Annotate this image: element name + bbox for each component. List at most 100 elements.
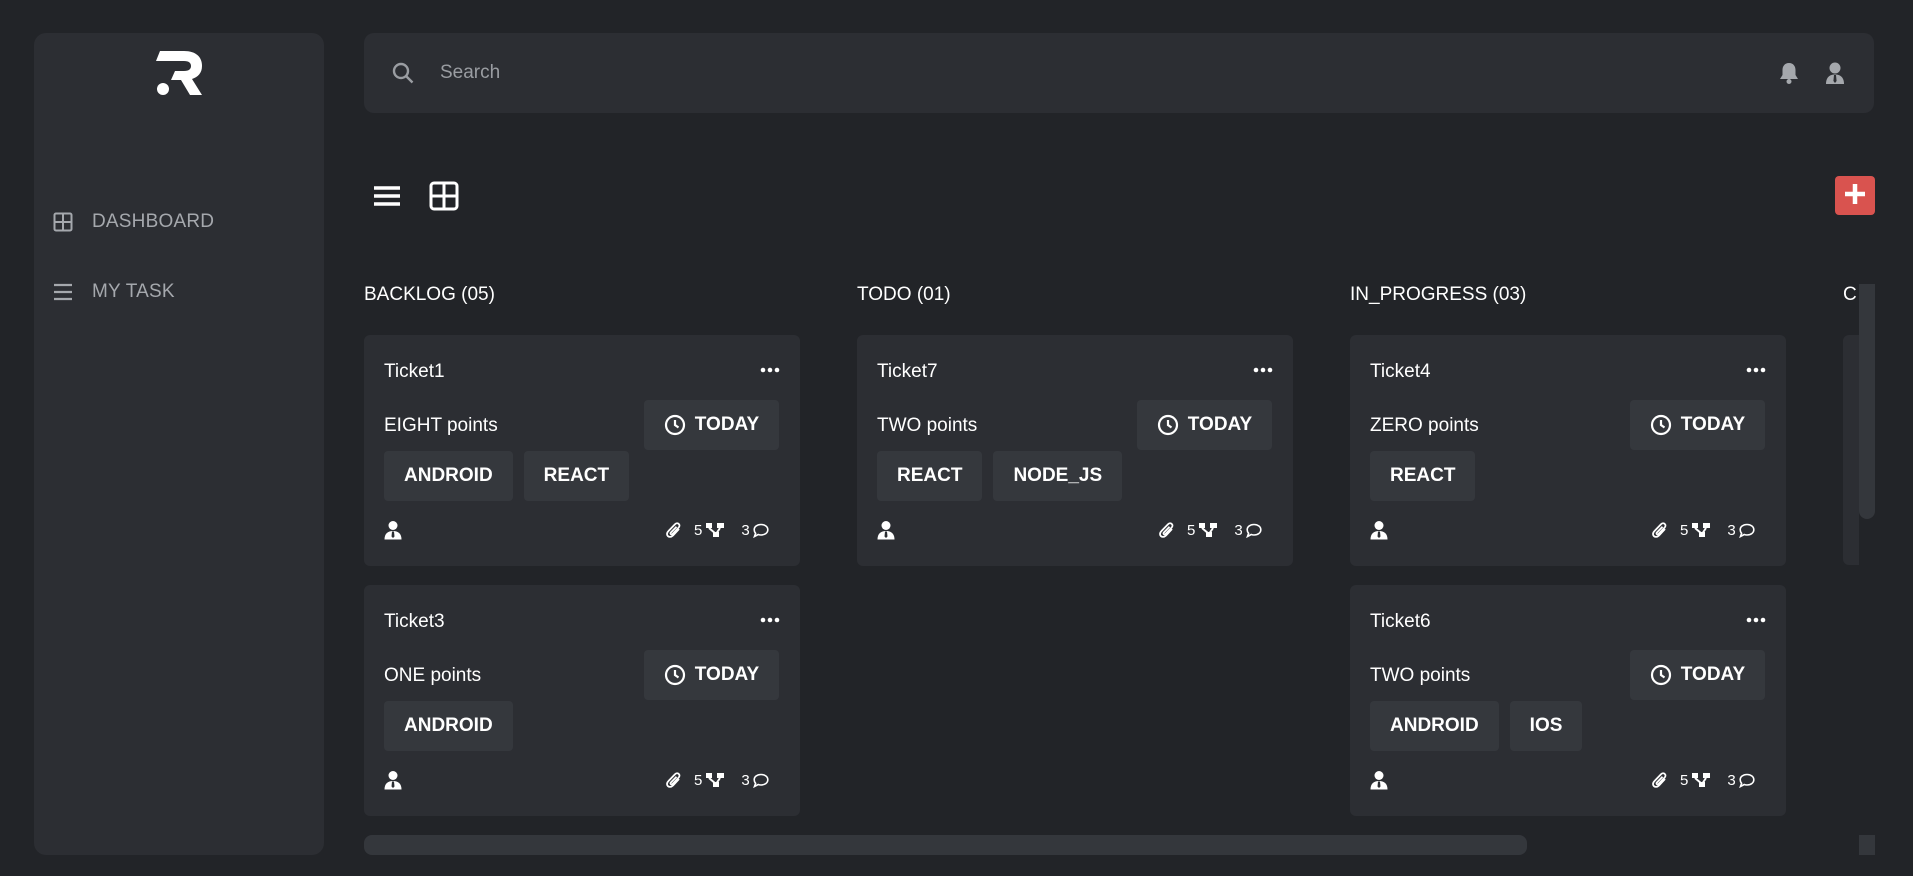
- grid-icon: [52, 211, 74, 233]
- story-points: TWO points: [877, 415, 978, 436]
- scrollbar-corner: [1859, 835, 1875, 855]
- due-date-badge[interactable]: TODAY: [1137, 400, 1272, 450]
- assignee-icon[interactable]: [1370, 520, 1388, 540]
- search-icon: [392, 62, 414, 84]
- tag-list: ANDROID: [384, 701, 513, 751]
- tag[interactable]: REACT: [523, 451, 630, 501]
- bell-icon[interactable]: [1778, 61, 1800, 85]
- card-meta: 5 3: [666, 521, 769, 539]
- card-meta: 5 3: [1159, 521, 1262, 539]
- clock-icon: [664, 664, 686, 686]
- tag[interactable]: ANDROID: [384, 701, 513, 751]
- due-date-badge[interactable]: TODAY: [644, 400, 779, 450]
- user-profile-icon[interactable]: [1824, 61, 1846, 85]
- horizontal-scrollbar-thumb[interactable]: [364, 835, 1527, 855]
- tag[interactable]: REACT: [1370, 451, 1476, 501]
- card-title: Ticket4: [1370, 361, 1431, 382]
- due-date-badge[interactable]: TODAY: [1630, 400, 1765, 450]
- subtask-count: 5: [694, 771, 703, 789]
- clock-icon: [1650, 664, 1672, 686]
- sidebar: DASHBOARD MY TASK: [34, 33, 324, 855]
- comment-icon[interactable]: [1738, 523, 1755, 538]
- subtask-icon: [1692, 772, 1711, 788]
- assignee-icon[interactable]: [384, 770, 402, 790]
- list-icon: [52, 281, 74, 303]
- due-date-label: TODAY: [1187, 414, 1253, 435]
- comment-icon[interactable]: [752, 523, 769, 538]
- column-title-partial: C: [1843, 284, 1857, 305]
- tag-list: ANDROID REACT: [384, 451, 630, 501]
- comment-count: 3: [1234, 521, 1243, 539]
- more-options-icon[interactable]: [1746, 363, 1766, 377]
- subtask-icon: [706, 522, 725, 538]
- task-card-ticket7[interactable]: Ticket7 TWO points TODAY REACT NODE_JS 5…: [857, 335, 1293, 566]
- story-points: ZERO points: [1370, 415, 1479, 436]
- card-title: Ticket7: [877, 361, 938, 382]
- task-card-ticket4[interactable]: Ticket4 ZERO points TODAY REACT 5 3: [1350, 335, 1786, 566]
- clock-icon: [664, 414, 686, 436]
- clock-icon: [1157, 414, 1179, 436]
- sidebar-item-my-task[interactable]: MY TASK: [52, 272, 306, 312]
- sidebar-item-label: DASHBOARD: [92, 211, 215, 232]
- tag[interactable]: ANDROID: [384, 451, 513, 501]
- story-points: TWO points: [1370, 665, 1471, 686]
- more-options-icon[interactable]: [1253, 363, 1273, 377]
- task-card-partial[interactable]: [1843, 335, 1859, 565]
- comment-icon[interactable]: [752, 773, 769, 788]
- more-options-icon[interactable]: [1746, 613, 1766, 627]
- due-date-badge[interactable]: TODAY: [1630, 650, 1765, 700]
- column-title-in-progress: IN_PROGRESS (03): [1350, 284, 1527, 305]
- tag-list: ANDROID IOS: [1370, 701, 1583, 751]
- paperclip-icon[interactable]: [1652, 771, 1668, 789]
- subtask-icon: [706, 772, 725, 788]
- story-points: EIGHT points: [384, 415, 498, 436]
- search-input[interactable]: [440, 53, 1640, 93]
- due-date-label: TODAY: [1680, 664, 1746, 685]
- tag[interactable]: IOS: [1509, 701, 1583, 751]
- grid-view-icon[interactable]: [428, 180, 460, 212]
- comment-count: 3: [1727, 771, 1736, 789]
- comment-count: 3: [1727, 521, 1736, 539]
- logo-icon[interactable]: [154, 49, 206, 97]
- due-date-label: TODAY: [694, 664, 760, 685]
- card-meta: 5 3: [1652, 521, 1755, 539]
- card-meta: 5 3: [666, 771, 769, 789]
- plus-icon: [1844, 183, 1866, 208]
- story-points: ONE points: [384, 665, 482, 686]
- list-view-icon[interactable]: [371, 180, 403, 212]
- paperclip-icon[interactable]: [1159, 521, 1175, 539]
- subtask-icon: [1692, 522, 1711, 538]
- paperclip-icon[interactable]: [666, 771, 682, 789]
- card-title: Ticket6: [1370, 611, 1431, 632]
- tag[interactable]: NODE_JS: [993, 451, 1123, 501]
- add-task-button[interactable]: [1835, 176, 1875, 215]
- tag[interactable]: ANDROID: [1370, 701, 1499, 751]
- sidebar-item-label: MY TASK: [92, 281, 175, 302]
- card-title: Ticket3: [384, 611, 445, 632]
- subtask-count: 5: [1680, 521, 1689, 539]
- column-title-todo: TODO (01): [857, 284, 951, 305]
- more-options-icon[interactable]: [760, 613, 780, 627]
- task-card-ticket1[interactable]: Ticket1 EIGHT points TODAY ANDROID REACT…: [364, 335, 800, 566]
- comment-icon[interactable]: [1738, 773, 1755, 788]
- due-date-label: TODAY: [694, 414, 760, 435]
- task-card-ticket3[interactable]: Ticket3 ONE points TODAY ANDROID 5 3: [364, 585, 800, 816]
- column-title-backlog: BACKLOG (05): [364, 284, 495, 305]
- more-options-icon[interactable]: [760, 363, 780, 377]
- assignee-icon[interactable]: [877, 520, 895, 540]
- paperclip-icon[interactable]: [666, 521, 682, 539]
- top-bar: [364, 33, 1874, 113]
- assignee-icon[interactable]: [384, 520, 402, 540]
- sidebar-item-dashboard[interactable]: DASHBOARD: [52, 202, 306, 242]
- subtask-count: 5: [1187, 521, 1196, 539]
- assignee-icon[interactable]: [1370, 770, 1388, 790]
- paperclip-icon[interactable]: [1652, 521, 1668, 539]
- subtask-icon: [1199, 522, 1218, 538]
- tag[interactable]: REACT: [877, 451, 983, 501]
- subtask-count: 5: [694, 521, 703, 539]
- comment-icon[interactable]: [1245, 523, 1262, 538]
- subtask-count: 5: [1680, 771, 1689, 789]
- due-date-badge[interactable]: TODAY: [644, 650, 779, 700]
- task-card-ticket6[interactable]: Ticket6 TWO points TODAY ANDROID IOS 5 3: [1350, 585, 1786, 816]
- vertical-scrollbar[interactable]: [1859, 284, 1875, 519]
